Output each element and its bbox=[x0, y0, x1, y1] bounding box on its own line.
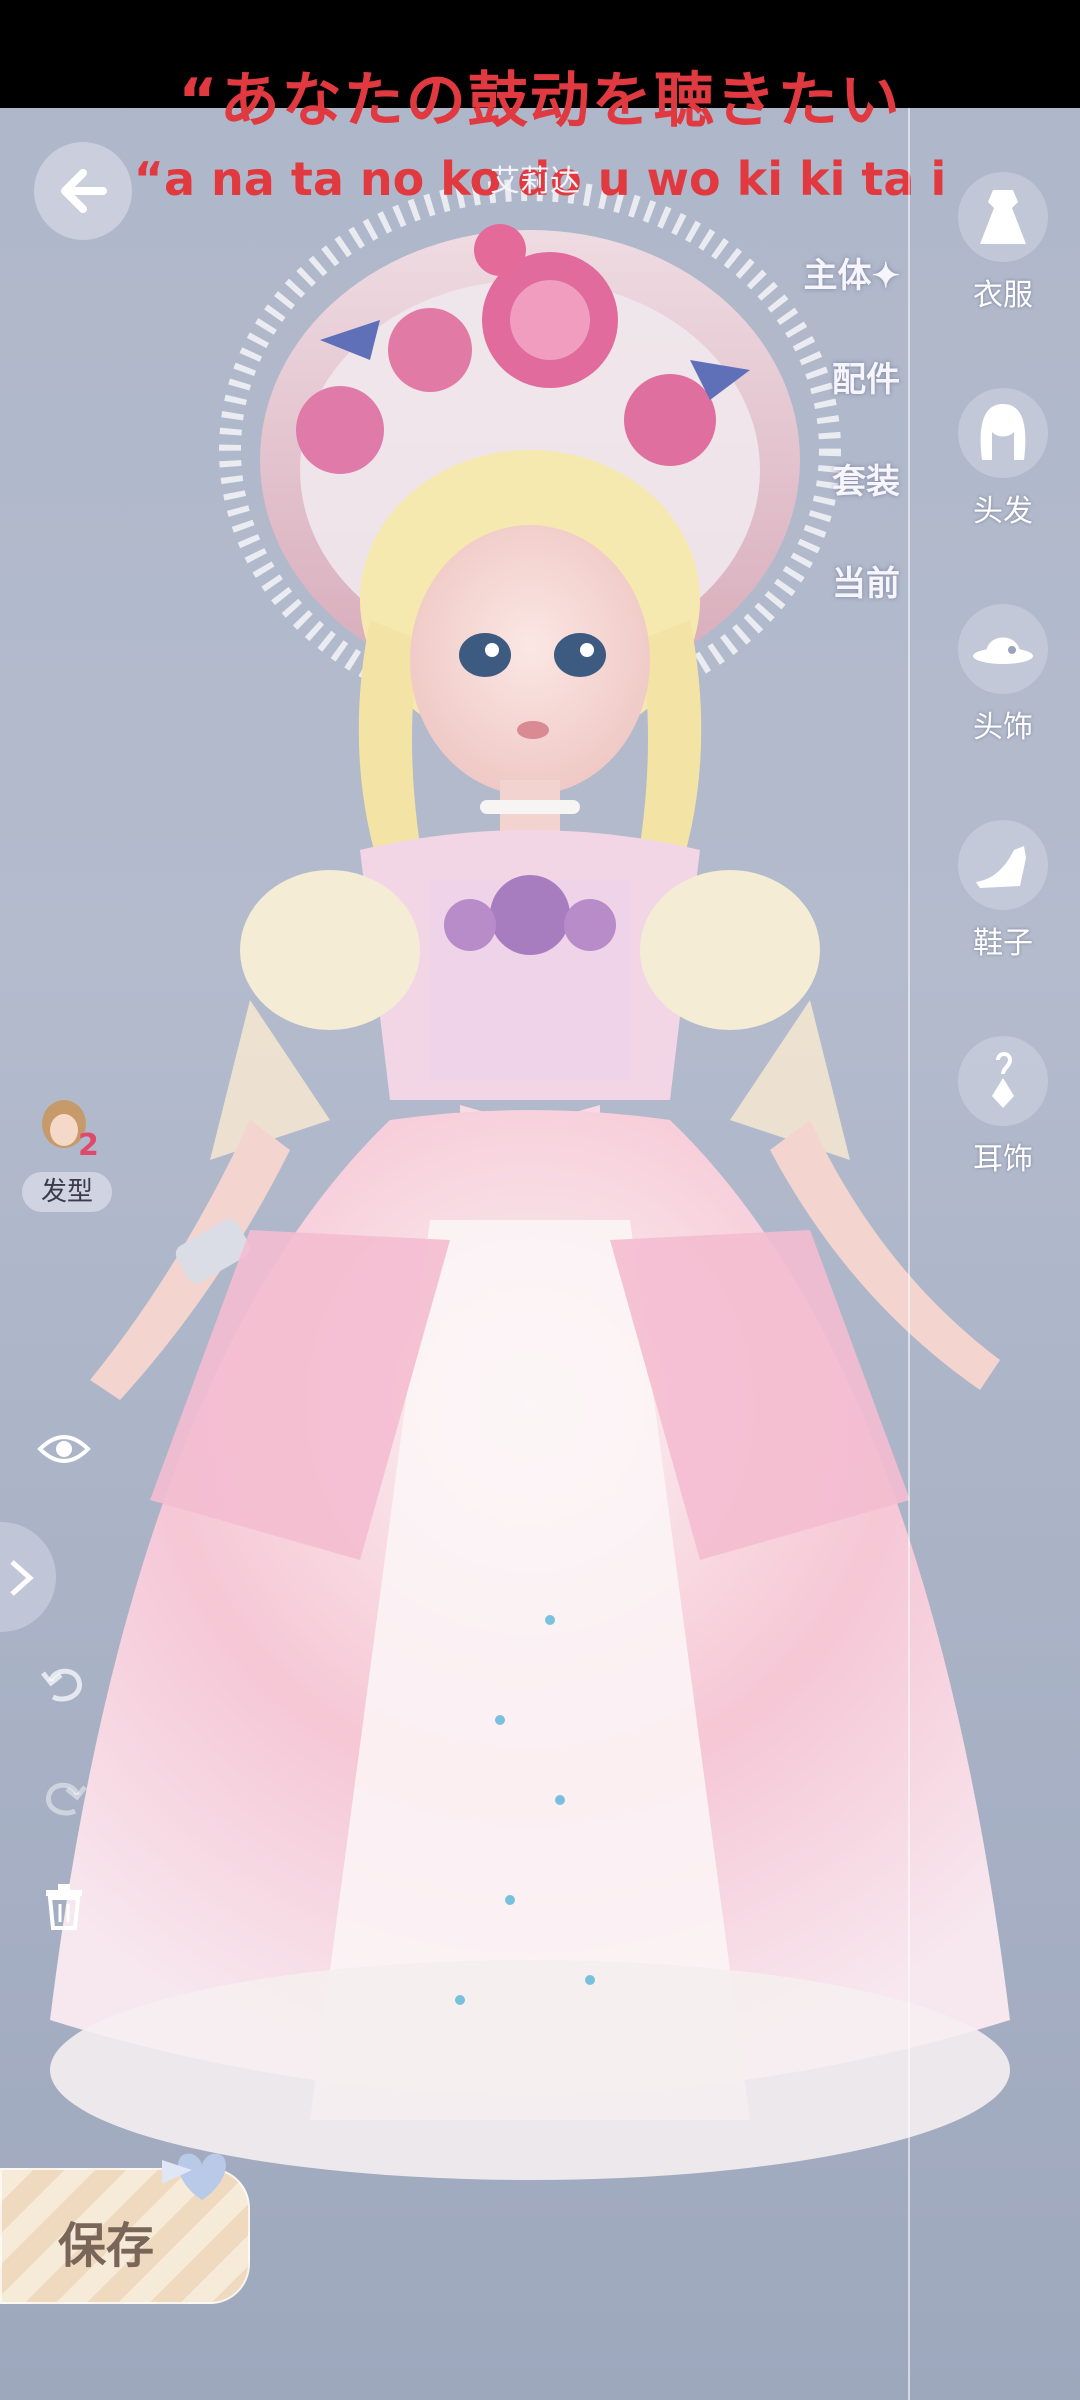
hairstyle-count: 2 bbox=[78, 1128, 99, 1163]
back-button[interactable] bbox=[34, 142, 132, 240]
save-button-label: 保存 bbox=[58, 2218, 155, 2274]
category-label: 头饰 bbox=[973, 710, 1033, 745]
category-headwear[interactable]: 头饰 bbox=[948, 604, 1058, 746]
category-clothes[interactable]: 衣服 bbox=[948, 172, 1058, 314]
chevron-right-icon bbox=[10, 1560, 34, 1596]
back-arrow-icon bbox=[61, 169, 107, 213]
category-hair[interactable]: 头发 bbox=[948, 388, 1058, 530]
hat-icon bbox=[958, 604, 1048, 694]
submenu-current[interactable]: 当前 bbox=[832, 556, 900, 605]
category-label: 衣服 bbox=[973, 278, 1033, 313]
submenu-accessories[interactable]: 配件 bbox=[832, 352, 900, 401]
hairstyle-label: 发型 bbox=[22, 1172, 112, 1212]
category-earrings[interactable]: 耳饰 bbox=[948, 1036, 1058, 1178]
eye-icon[interactable] bbox=[34, 1424, 94, 1474]
category-label: 头发 bbox=[973, 494, 1033, 529]
redo-icon[interactable] bbox=[36, 1770, 92, 1826]
lyric-japanese: “あなたの鼓动を聴きたい bbox=[178, 66, 902, 136]
undo-icon[interactable] bbox=[36, 1656, 92, 1712]
outfit-subtitle: 艾莉达 bbox=[490, 164, 580, 199]
shoe-icon bbox=[958, 820, 1048, 910]
submenu-suits[interactable]: 套装 bbox=[832, 454, 900, 503]
dress-icon bbox=[958, 172, 1048, 262]
character-model bbox=[50, 179, 1010, 2180]
earring-icon bbox=[958, 1036, 1048, 1126]
save-button[interactable]: 保存 bbox=[0, 2153, 250, 2304]
trash-icon[interactable] bbox=[38, 1876, 90, 1936]
category-shoes[interactable]: 鞋子 bbox=[948, 820, 1058, 962]
heart-bow-icon bbox=[162, 2153, 226, 2200]
hair-icon bbox=[958, 388, 1048, 478]
panel-divider bbox=[908, 108, 910, 2400]
category-label: 耳饰 bbox=[973, 1142, 1033, 1177]
category-label: 鞋子 bbox=[973, 926, 1033, 961]
submenu-main[interactable]: 主体✦ bbox=[804, 248, 901, 297]
